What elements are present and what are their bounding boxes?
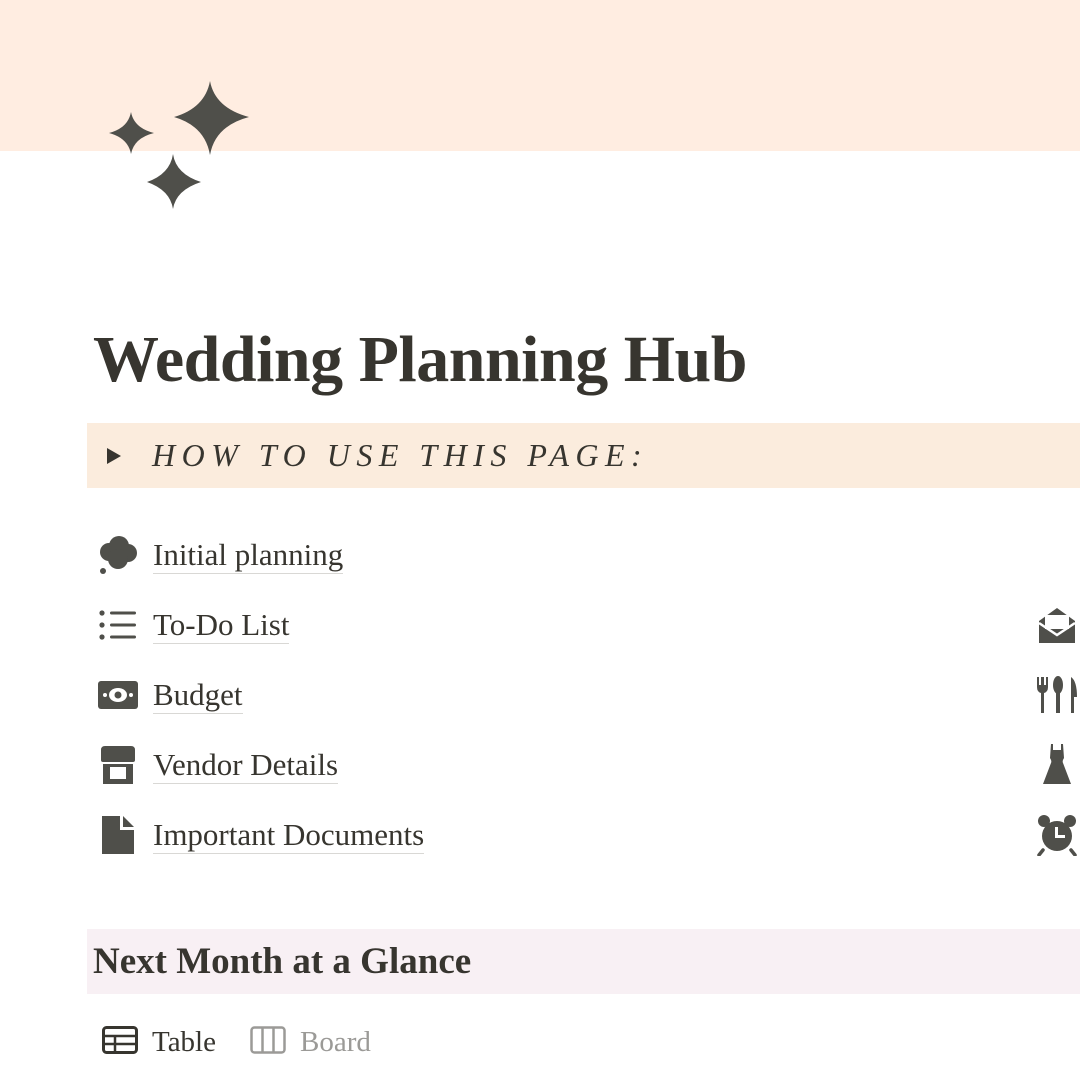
open-envelope-icon[interactable] [1034,602,1080,648]
document-icon [96,813,140,857]
link-important-documents[interactable]: Important Documents [96,813,696,857]
toggle-triangle-icon[interactable] [107,447,121,465]
money-bill-icon [96,673,140,717]
bulleted-list-icon [96,603,140,647]
link-label[interactable]: Important Documents [153,817,425,854]
page-title: Wedding Planning Hub [93,323,747,396]
link-to-do-list[interactable]: To-Do List [96,603,696,647]
link-vendor-details[interactable]: Vendor Details [96,743,696,787]
sparkles-icon[interactable] [106,76,256,216]
tab-label: Board [300,1025,371,1058]
table-icon [102,1025,138,1059]
link-label[interactable]: To-Do List [153,607,290,644]
section-heading: Next Month at a Glance [93,941,472,982]
thought-bubble-icon [96,533,140,577]
view-tab-table[interactable]: Table [102,1022,216,1062]
link-budget[interactable]: Budget [96,673,696,717]
link-initial-planning[interactable]: Initial planning [96,533,696,577]
tab-label: Table [152,1025,216,1058]
storefront-icon [96,743,140,787]
section-heading-block: Next Month at a Glance [87,929,1080,994]
how-to-use-toggle[interactable]: HOW TO USE THIS PAGE: [87,423,1080,488]
database-view-tabs: Table Board [102,1022,405,1062]
link-label[interactable]: Vendor Details [153,747,339,784]
link-label[interactable]: Initial planning [153,537,344,574]
board-icon [250,1025,286,1059]
link-label[interactable]: Budget [153,677,243,714]
callout-text: HOW TO USE THIS PAGE: [152,437,649,473]
view-tab-board[interactable]: Board [250,1022,371,1062]
alarm-clock-icon[interactable] [1034,812,1080,858]
dress-icon[interactable] [1034,742,1080,788]
cutlery-icon[interactable] [1034,672,1080,718]
